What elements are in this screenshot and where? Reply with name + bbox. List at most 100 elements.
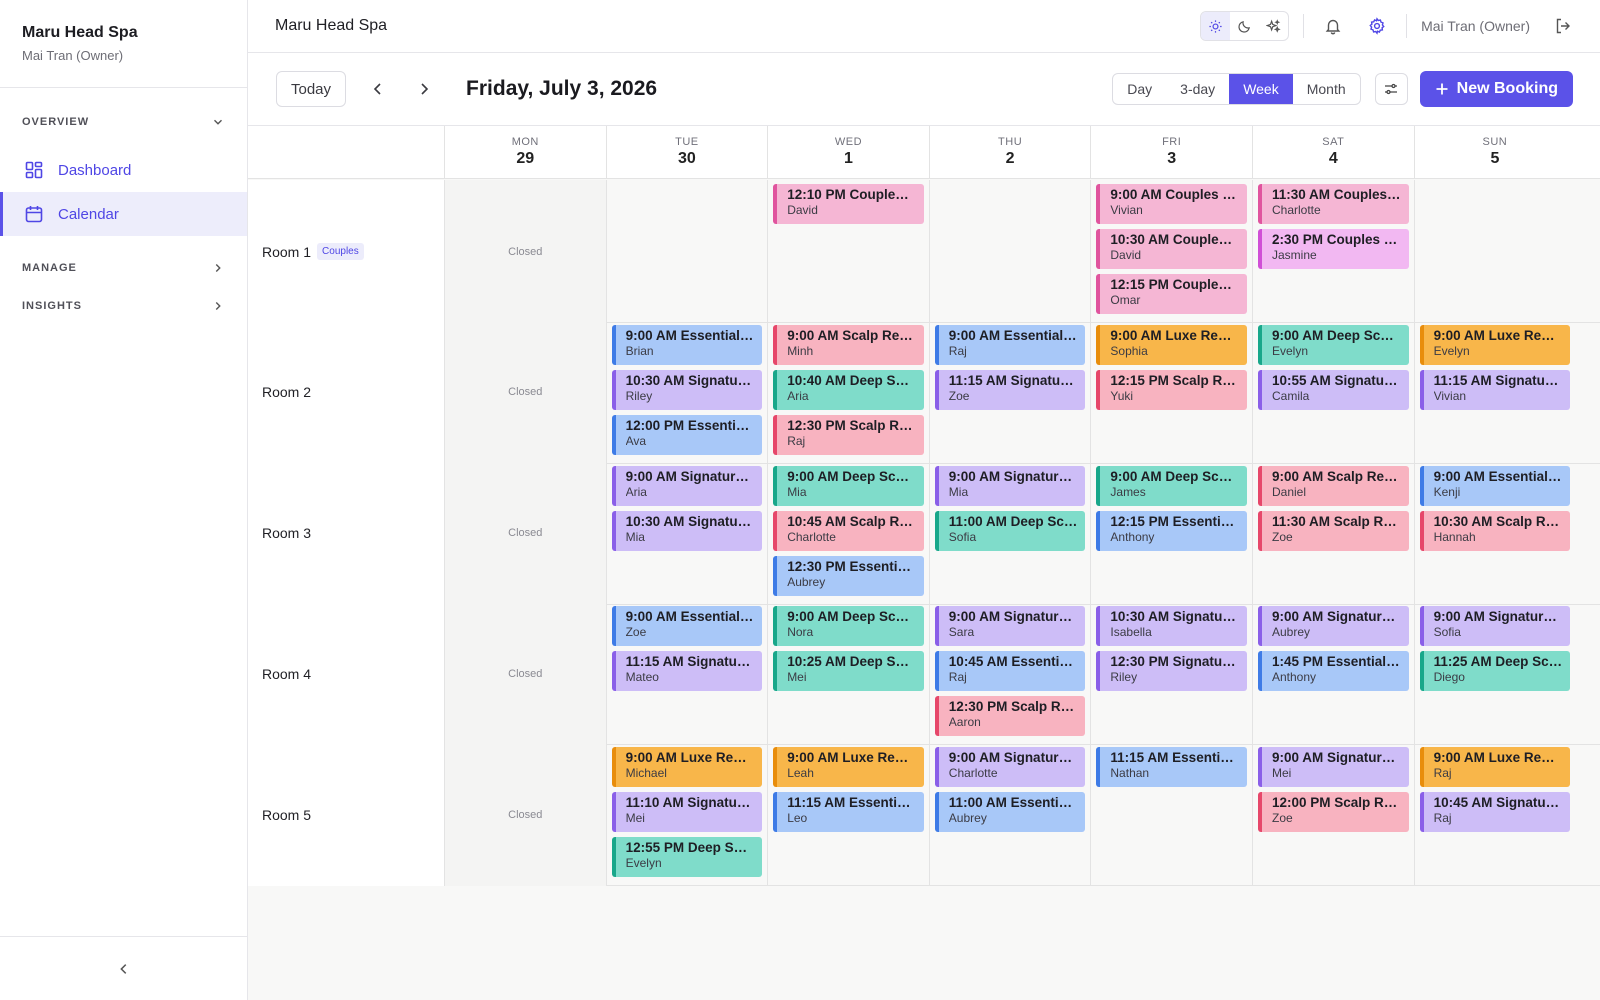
day-cell[interactable]: 9:00 AM Deep Scal... Nora 10:25 AM Deep Sc…: [767, 602, 929, 746]
view-3day-button[interactable]: 3-day: [1166, 74, 1229, 104]
booking-card[interactable]: 9:00 AM Essential R... Zoe: [611, 606, 763, 647]
sidebar-item-calendar[interactable]: Calendar: [0, 192, 247, 236]
booking-card[interactable]: 9:00 AM Signature ... Aria: [611, 465, 763, 506]
day-header-fri[interactable]: FRI 3: [1090, 126, 1252, 179]
booking-card[interactable]: 10:25 AM Deep Sca... Mei: [773, 651, 924, 692]
logout-button[interactable]: [1548, 11, 1578, 41]
booking-card[interactable]: 12:15 PM Essential ... Anthony: [1096, 510, 1247, 551]
day-cell[interactable]: [1413, 180, 1576, 323]
booking-card[interactable]: 11:15 AM Signature... Zoe: [934, 369, 1086, 410]
booking-card[interactable]: 9:00 AM Couples Si... Vivian: [1096, 184, 1247, 224]
day-cell[interactable]: 9:00 AM Scalp Revi... Minh 10:40 AM Deep S…: [767, 320, 929, 464]
day-header-mon[interactable]: MON 29: [444, 126, 606, 179]
day-cell[interactable]: 9:00 AM Scalp Revi... Daniel 11:30 AM Scal…: [1252, 461, 1414, 605]
booking-card[interactable]: 12:30 PM Scalp Rev... Raj: [773, 414, 924, 455]
day-cell[interactable]: 9:00 AM Essential R... Kenji 10:30 AM Scal…: [1413, 461, 1576, 605]
auto-theme-button[interactable]: [1259, 12, 1288, 40]
section-overview[interactable]: OVERVIEW: [0, 112, 247, 132]
booking-card[interactable]: 9:00 AM Deep Scal... Mia: [773, 465, 924, 506]
day-cell[interactable]: 9:00 AM Signature ... Charlotte 11:00 AM E…: [928, 743, 1091, 887]
day-cell[interactable]: 9:00 AM Essential R... Raj 11:15 AM Signat…: [928, 320, 1091, 464]
day-cell[interactable]: 9:00 AM Luxe Rene... Evelyn 11:15 AM Signa…: [1413, 320, 1576, 464]
settings-button[interactable]: [1362, 11, 1392, 41]
day-cell[interactable]: 9:00 AM Luxe Rene... Sophia 12:15 PM Scalp…: [1090, 320, 1252, 464]
booking-card[interactable]: 12:30 PM Essential ... Aubrey: [773, 555, 924, 596]
day-header-sat[interactable]: SAT 4: [1252, 126, 1414, 179]
sidebar-item-dashboard[interactable]: Dashboard: [0, 148, 247, 192]
booking-card[interactable]: 10:30 AM Signature... Riley: [611, 369, 763, 410]
booking-card[interactable]: 10:45 AM Scalp Re... Charlotte: [773, 510, 924, 551]
booking-card[interactable]: 12:30 PM Signature... Riley: [1096, 651, 1247, 692]
booking-card[interactable]: 10:40 AM Deep Sca... Aria: [773, 369, 924, 410]
booking-card[interactable]: 10:30 AM Couples ... David: [1096, 229, 1247, 269]
day-cell[interactable]: 9:00 AM Essential R... Brian 10:30 AM Sign…: [605, 320, 768, 464]
booking-card[interactable]: 12:00 PM Scalp Rev... Zoe: [1258, 792, 1409, 833]
booking-card[interactable]: 10:45 AM Essential ... Raj: [934, 651, 1086, 692]
booking-card[interactable]: 10:30 AM Signature... Isabella: [1096, 606, 1247, 647]
collapse-sidebar-button[interactable]: [117, 962, 131, 976]
booking-card[interactable]: 11:15 AM Signature... Mateo: [611, 651, 763, 692]
booking-card[interactable]: 11:10 AM Signature... Mei: [611, 792, 763, 833]
booking-card[interactable]: 12:55 PM Deep Sca... Evelyn: [611, 837, 763, 878]
booking-card[interactable]: 12:15 PM Couples ... Omar: [1096, 274, 1247, 314]
day-cell[interactable]: 9:00 AM Signature ... Mei 12:00 PM Scalp R…: [1252, 743, 1414, 887]
today-button[interactable]: Today: [276, 71, 347, 107]
booking-card[interactable]: 9:00 AM Signature ... Charlotte: [934, 747, 1086, 788]
section-insights[interactable]: INSIGHTS: [0, 296, 247, 316]
day-cell[interactable]: 9:00 AM Luxe Rene... Leah 11:15 AM Essenti…: [767, 743, 929, 887]
booking-card[interactable]: 11:15 AM Essential ... Leo: [773, 792, 924, 833]
view-day-button[interactable]: Day: [1113, 74, 1166, 104]
view-week-button[interactable]: Week: [1229, 74, 1293, 104]
booking-card[interactable]: 9:00 AM Luxe Rene... Sophia: [1096, 324, 1247, 365]
filter-button[interactable]: [1374, 73, 1408, 105]
booking-card[interactable]: 9:00 AM Essential R... Brian: [611, 324, 763, 365]
day-cell[interactable]: 11:15 AM Essential ... Nathan: [1090, 743, 1252, 887]
day-cell[interactable]: [928, 180, 1091, 323]
booking-card[interactable]: 1:45 PM Essential R... Anthony: [1258, 651, 1409, 692]
previous-week-button[interactable]: [360, 71, 396, 107]
day-cell[interactable]: 9:00 AM Signature ... Aria 10:30 AM Signat…: [605, 461, 768, 605]
day-cell[interactable]: 10:30 AM Signature... Isabella 12:30 PM Si…: [1090, 602, 1252, 746]
booking-card[interactable]: 11:15 AM Signature... Vivian: [1419, 369, 1571, 410]
booking-card[interactable]: 9:00 AM Signature ... Sofia: [1419, 606, 1571, 647]
booking-card[interactable]: 9:00 AM Luxe Rene... Evelyn: [1419, 324, 1571, 365]
booking-card[interactable]: 10:55 AM Signature... Camila: [1258, 369, 1409, 410]
day-cell[interactable]: 9:00 AM Signature ... Mia 11:00 AM Deep Sc…: [928, 461, 1091, 605]
booking-card[interactable]: 2:30 PM Couples Lu... Jasmine: [1258, 229, 1409, 269]
day-cell[interactable]: 9:00 AM Signature ... Aubrey 1:45 PM Essen…: [1252, 602, 1414, 746]
light-theme-button[interactable]: [1201, 12, 1231, 40]
booking-card[interactable]: 9:00 AM Luxe Rene... Raj: [1419, 747, 1571, 788]
notifications-button[interactable]: [1318, 11, 1348, 41]
day-cell[interactable]: 9:00 AM Luxe Rene... Michael 11:10 AM Sign…: [605, 743, 768, 887]
booking-card[interactable]: 12:00 PM Essential ... Ava: [611, 414, 763, 455]
booking-card[interactable]: 10:30 AM Scalp Re... Hannah: [1419, 510, 1571, 551]
day-header-thu[interactable]: THU 2: [928, 126, 1091, 179]
booking-card[interactable]: 11:25 AM Deep Sca... Diego: [1419, 651, 1571, 692]
day-cell[interactable]: 9:00 AM Couples Si... Vivian 10:30 AM Coup…: [1090, 180, 1252, 323]
day-cell[interactable]: 9:00 AM Deep Scal... James 12:15 PM Essent…: [1090, 461, 1252, 605]
day-cell[interactable]: 9:00 AM Signature ... Sofia 11:25 AM Deep …: [1413, 602, 1576, 746]
day-cell[interactable]: 12:10 PM Couples ... David: [767, 180, 929, 323]
booking-card[interactable]: 9:00 AM Signature ... Mei: [1258, 747, 1409, 788]
day-cell[interactable]: 9:00 AM Luxe Rene... Raj 10:45 AM Signatur…: [1413, 743, 1576, 887]
booking-card[interactable]: 9:00 AM Deep Scal... Nora: [773, 606, 924, 647]
booking-card[interactable]: 9:00 AM Deep Scal... James: [1096, 465, 1247, 506]
booking-card[interactable]: 10:30 AM Signature... Mia: [611, 510, 763, 551]
booking-card[interactable]: 9:00 AM Signature ... Sara: [934, 606, 1086, 647]
day-cell[interactable]: [605, 180, 768, 323]
day-cell[interactable]: 9:00 AM Deep Scal... Evelyn 10:55 AM Signa…: [1252, 320, 1414, 464]
dark-theme-button[interactable]: [1230, 12, 1259, 40]
day-cell[interactable]: 9:00 AM Signature ... Sara 10:45 AM Essent…: [928, 602, 1091, 746]
booking-card[interactable]: 9:00 AM Deep Scal... Evelyn: [1258, 324, 1409, 365]
day-cell[interactable]: 9:00 AM Deep Scal... Mia 10:45 AM Scalp Re…: [767, 461, 929, 605]
day-header-tue[interactable]: TUE 30: [605, 126, 768, 179]
new-booking-button[interactable]: New Booking: [1419, 71, 1573, 107]
booking-card[interactable]: 9:00 AM Essential R... Raj: [934, 324, 1086, 365]
booking-card[interactable]: 12:30 PM Scalp Rev... Aaron: [934, 696, 1086, 737]
booking-card[interactable]: 9:00 AM Essential R... Kenji: [1419, 465, 1571, 506]
booking-card[interactable]: 11:15 AM Essential ... Nathan: [1096, 747, 1247, 788]
booking-card[interactable]: 12:10 PM Couples ... David: [773, 184, 924, 224]
booking-card[interactable]: 10:45 AM Signature... Raj: [1419, 792, 1571, 833]
booking-card[interactable]: 9:00 AM Luxe Rene... Leah: [773, 747, 924, 788]
booking-card[interactable]: 11:00 AM Deep Sca... Sofia: [934, 510, 1086, 551]
